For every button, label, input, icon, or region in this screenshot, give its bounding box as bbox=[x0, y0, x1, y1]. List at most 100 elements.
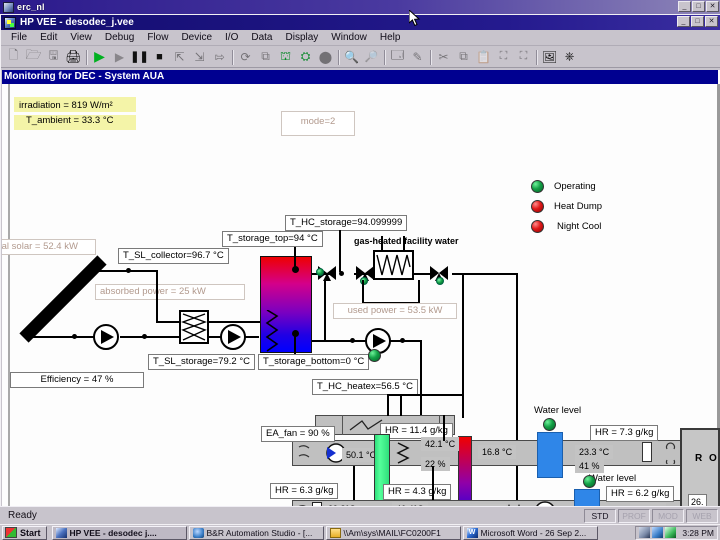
outer-minimize-button[interactable]: _ bbox=[678, 1, 691, 12]
t-storage-bottom-label: T_storage_bottom=0 °C bbox=[258, 354, 370, 370]
app-titlebar: HP VEE - desodec_j.vee _ □ ✕ bbox=[1, 15, 720, 30]
menu-debug[interactable]: Debug bbox=[99, 31, 141, 44]
new-icon[interactable]: 🗋 bbox=[4, 47, 23, 66]
status-cell-mod: MOD bbox=[652, 508, 684, 523]
hc-left-riser bbox=[324, 280, 326, 340]
ahu-damper-1 bbox=[642, 442, 652, 462]
mode-label: mode=2 bbox=[281, 111, 355, 136]
outer-close-button[interactable]: ✕ bbox=[706, 1, 719, 12]
menu-io[interactable]: I/O bbox=[219, 31, 245, 44]
outer-window-buttons: _ □ ✕ bbox=[678, 1, 719, 12]
ahu-heatex-cross bbox=[387, 394, 463, 396]
solar-pump[interactable] bbox=[93, 324, 119, 350]
taskbar-item-hp-vee[interactable]: HP VEE - desodec j.... bbox=[51, 525, 187, 540]
cut-icon[interactable]: ✂ bbox=[434, 47, 453, 66]
tank-bottom-sensor bbox=[292, 330, 299, 337]
properties-icon[interactable]: 🗔 bbox=[388, 47, 407, 66]
ahu-temp-4: 23.3 °C bbox=[575, 445, 614, 459]
ungroup-icon[interactable]: ⛶ bbox=[514, 47, 533, 66]
find-icon[interactable]: 🔍 bbox=[342, 47, 361, 66]
menu-display[interactable]: Display bbox=[280, 31, 326, 44]
outer-maximize-button[interactable]: □ bbox=[692, 1, 705, 12]
ea-fan-label: EA_fan = 90 % bbox=[261, 426, 335, 442]
ahu-top-duct-divider bbox=[342, 415, 343, 435]
menu-flow[interactable]: Flow bbox=[141, 31, 175, 44]
pause-icon[interactable]: ❚❚ bbox=[130, 47, 149, 66]
ahu-temp-3: 16.8 °C bbox=[478, 445, 517, 459]
help-pointer-icon[interactable]: ⎈ bbox=[560, 47, 579, 66]
delete-terminal-icon[interactable]: ⛭ bbox=[296, 47, 315, 66]
network-tray-icon[interactable] bbox=[639, 527, 651, 538]
menu-file[interactable]: File bbox=[5, 31, 34, 44]
app-tray-icon[interactable] bbox=[665, 527, 677, 538]
menu-window[interactable]: Window bbox=[325, 31, 374, 44]
status-cell-std: STD bbox=[584, 508, 616, 523]
ahu-heatex-return bbox=[400, 396, 402, 416]
menu-data[interactable]: Data bbox=[245, 31, 279, 44]
storage-pump[interactable] bbox=[220, 324, 246, 350]
app-close-button[interactable]: ✕ bbox=[705, 16, 718, 27]
taskbar-item-label: Microsoft Word - 26 Sep 2... bbox=[480, 527, 587, 538]
system-tray: 3:28 PM bbox=[635, 525, 718, 540]
save-icon[interactable]: 🖫 bbox=[44, 47, 63, 66]
outer-window-titlebar: erc_nl _ □ ✕ bbox=[0, 0, 720, 14]
step-icon[interactable]: ▶ bbox=[110, 47, 129, 66]
menu-edit[interactable]: Edit bbox=[34, 31, 64, 44]
taskbar-item-br-automation[interactable]: B&R Automation Studio - [... bbox=[188, 525, 324, 540]
hr-mid-low-label: HR = 4.3 g/kg bbox=[383, 484, 452, 500]
status-bar: Ready STD PROF MOD WEB bbox=[0, 506, 720, 524]
t-hc-heatex-label: T_HC_heatex=56.5 °C bbox=[312, 379, 418, 395]
ahu-humidifier-coil-1 bbox=[396, 442, 410, 464]
find-next-icon[interactable]: 🔎 bbox=[362, 47, 381, 66]
edit-props-icon[interactable]: ✎ bbox=[408, 47, 427, 66]
solar-node-3 bbox=[142, 334, 147, 339]
step-into-icon[interactable]: ⇱ bbox=[170, 47, 189, 66]
paste-icon[interactable]: 📋 bbox=[474, 47, 493, 66]
print-icon[interactable]: 🖨 bbox=[64, 47, 83, 66]
solar-return-wire bbox=[24, 336, 96, 338]
valve-1[interactable] bbox=[316, 266, 336, 281]
record-icon[interactable]: ⬤ bbox=[316, 47, 335, 66]
add-terminal-icon[interactable]: ⛫ bbox=[276, 47, 295, 66]
line-probe-icon[interactable]: ⟳ bbox=[236, 47, 255, 66]
step-out-icon[interactable]: ⇰ bbox=[210, 47, 229, 66]
display-tray-icon[interactable] bbox=[652, 527, 664, 538]
copy-view-icon[interactable]: ⧉ bbox=[256, 47, 275, 66]
panel-view-icon[interactable]: 🖼 bbox=[540, 47, 559, 66]
app-restore-button[interactable]: □ bbox=[691, 16, 704, 27]
canvas-left-rail bbox=[8, 84, 10, 520]
menu-help[interactable]: Help bbox=[374, 31, 408, 44]
diagram-canvas[interactable]: Monitoring for DEC - System AUA irradiat… bbox=[2, 70, 720, 520]
open-folder-icon[interactable]: 🗁 bbox=[24, 47, 43, 66]
group-icon[interactable]: ⛶ bbox=[494, 47, 513, 66]
app-minimize-button[interactable]: _ bbox=[677, 16, 690, 27]
night-cool-led bbox=[531, 220, 544, 233]
hc-pump-led bbox=[368, 349, 381, 362]
t-sl-collector-label: T_SL_collector=96.7 °C bbox=[118, 248, 229, 264]
ahu-outlet-icon-1 bbox=[665, 442, 676, 464]
taskbar-item-mail-folder[interactable]: \\Am\sys\MAIL\FC0200F1 bbox=[325, 525, 461, 540]
taskbar-item-word[interactable]: W Microsoft Word - 26 Sep 2... bbox=[462, 525, 598, 540]
copy-icon[interactable]: ⧉ bbox=[454, 47, 473, 66]
hc-node-2 bbox=[350, 338, 355, 343]
ahu-feed-2 bbox=[353, 466, 355, 500]
start-button[interactable]: Start bbox=[2, 525, 47, 540]
ahu-rh-4: 41 % bbox=[575, 459, 604, 473]
menu-view[interactable]: View bbox=[64, 31, 99, 44]
diagram-title-bar: Monitoring for DEC - System AUA bbox=[2, 70, 718, 84]
operating-led bbox=[531, 180, 544, 193]
valve-2[interactable] bbox=[356, 266, 374, 285]
hr-left-low-label: HR = 6.3 g/kg bbox=[270, 483, 339, 499]
menu-device[interactable]: Device bbox=[175, 31, 219, 44]
t-hc-storage-label: T_HC_storage=94.099999 bbox=[285, 215, 408, 231]
solar-return-wire-2 bbox=[120, 336, 184, 338]
ahu-rh-2: 22 % bbox=[421, 457, 450, 471]
ambient-temp-label: T_ambient = 33.3 °C bbox=[14, 115, 136, 130]
taskbar-item-label: \\Am\sys\MAIL\FC0200F1 bbox=[343, 527, 441, 538]
hc-node-3 bbox=[400, 338, 405, 343]
taskbar-clock[interactable]: 3:28 PM bbox=[682, 528, 714, 538]
step-over-icon[interactable]: ⇲ bbox=[190, 47, 209, 66]
run-icon[interactable]: ▶ bbox=[90, 47, 109, 66]
valve-3[interactable] bbox=[430, 266, 448, 285]
stop-icon[interactable]: ■ bbox=[150, 47, 169, 66]
